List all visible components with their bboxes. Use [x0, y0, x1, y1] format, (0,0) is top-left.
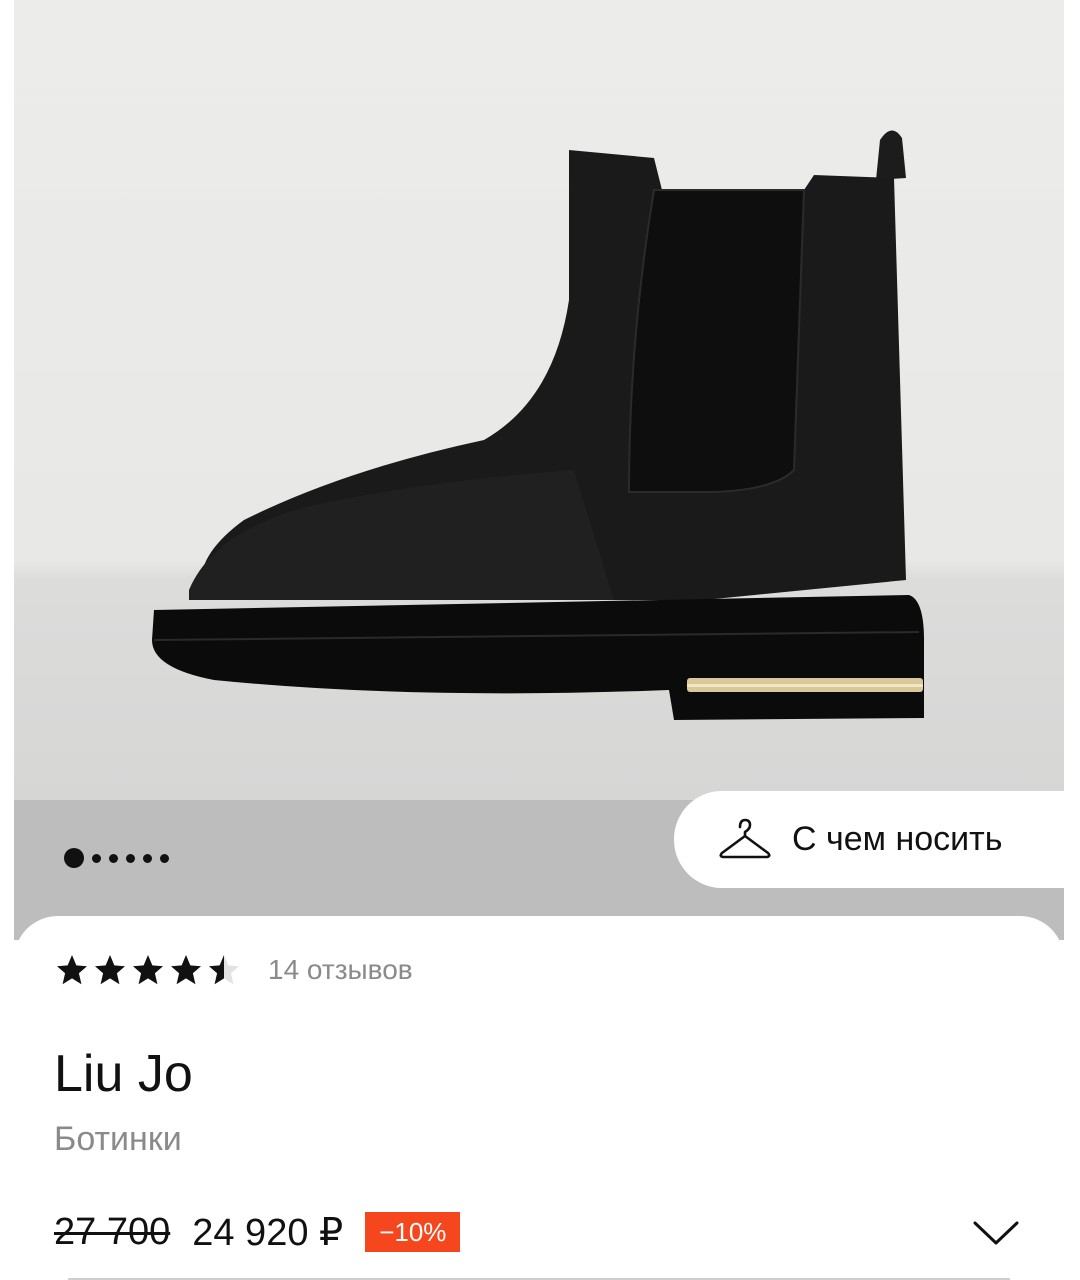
star-full-icon — [95, 955, 125, 985]
star-full-icon — [57, 955, 87, 985]
pagination-dot[interactable] — [143, 853, 152, 863]
product-category: Ботинки — [54, 1120, 182, 1158]
pagination-dot[interactable] — [92, 853, 101, 863]
star-half-icon — [209, 955, 239, 985]
hanger-icon — [719, 818, 771, 858]
chevron-down-icon[interactable] — [972, 1219, 1020, 1247]
old-price: 27 700 — [54, 1210, 171, 1253]
pagination-dot[interactable] — [126, 853, 135, 863]
wear-with-label: С чем носить — [792, 820, 1003, 858]
product-info-sheet: 14 отзывов Liu Jo Ботинки 27 700 24 920 … — [14, 916, 1064, 1280]
wear-with-button[interactable]: С чем носить — [674, 791, 1080, 888]
pagination-dot-active[interactable] — [64, 848, 84, 868]
rating-stars — [54, 952, 242, 988]
current-price: 24 920 ₽ — [192, 1211, 344, 1254]
gallery-pagination[interactable] — [64, 848, 169, 868]
rating-row[interactable]: 14 отзывов — [54, 952, 413, 988]
reviews-count[interactable]: 14 отзывов — [268, 954, 413, 986]
price-row: 27 700 24 920 ₽ −10% — [54, 1208, 461, 1256]
pagination-dot[interactable] — [160, 853, 169, 863]
pagination-dot[interactable] — [109, 853, 118, 863]
brand-name[interactable]: Liu Jo — [54, 1044, 193, 1104]
star-full-icon — [133, 955, 163, 985]
star-full-icon — [171, 955, 201, 985]
discount-badge: −10% — [365, 1212, 461, 1252]
